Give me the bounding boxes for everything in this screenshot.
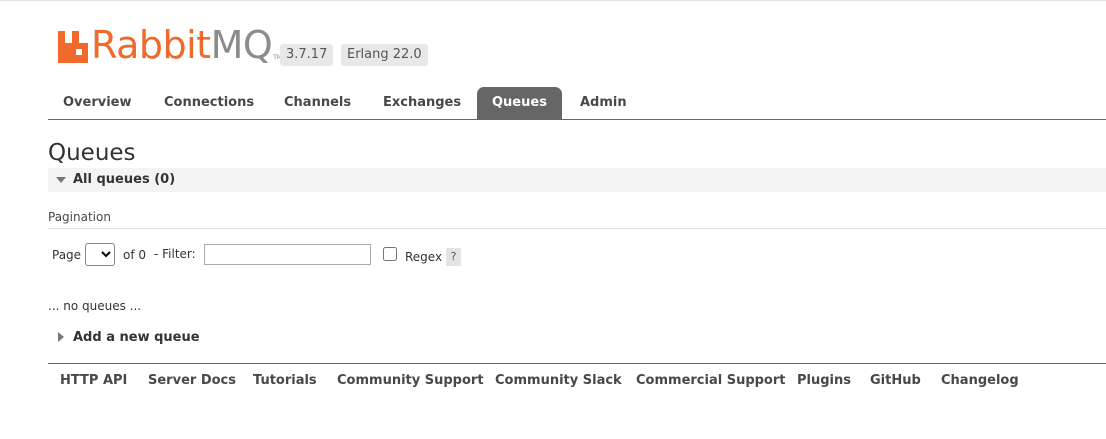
footer-link-changelog[interactable]: Changelog	[941, 373, 1019, 388]
empty-queues-message: ... no queues ...	[48, 299, 142, 313]
page-label: Page	[52, 248, 82, 262]
page-title: Queues	[48, 140, 136, 166]
pagination-divider	[48, 228, 1106, 229]
triangle-right-icon	[58, 332, 64, 342]
version-badge: 3.7.17	[280, 44, 334, 66]
section-title: All queues (0)	[73, 172, 176, 187]
triangle-down-icon	[56, 177, 66, 183]
tab-overview[interactable]: Overview	[48, 87, 147, 119]
footer-link-community-slack[interactable]: Community Slack	[495, 373, 622, 388]
tab-channels[interactable]: Channels	[269, 87, 366, 119]
regex-help-button[interactable]: ?	[446, 248, 461, 266]
regex-checkbox[interactable]	[383, 247, 397, 261]
footer-link-server-docs[interactable]: Server Docs	[148, 373, 236, 388]
footer-link-github[interactable]: GitHub	[870, 373, 921, 388]
logo-wordmark: RabbitMQ	[91, 26, 273, 64]
tab-queues[interactable]: Queues	[477, 87, 562, 119]
regex-label: Regex	[405, 250, 443, 264]
tab-admin[interactable]: Admin	[565, 87, 642, 119]
main-tabs: Overview Connections Channels Exchanges …	[48, 87, 1106, 120]
footer-link-plugins[interactable]: Plugins	[797, 373, 851, 388]
tab-exchanges[interactable]: Exchanges	[368, 87, 476, 119]
logo[interactable]: RabbitMQ TM	[58, 26, 282, 64]
rabbitmq-logo-icon	[58, 31, 88, 63]
footer-link-tutorials[interactable]: Tutorials	[253, 373, 317, 388]
filter-input[interactable]	[204, 244, 371, 265]
page-select[interactable]	[85, 243, 115, 266]
erlang-version-badge: Erlang 22.0	[341, 44, 428, 66]
footer-link-commercial-support[interactable]: Commercial Support	[636, 373, 786, 388]
footer-link-http-api[interactable]: HTTP API	[60, 373, 127, 388]
logo-text-rabbit: Rabbit	[91, 23, 211, 67]
logo-text-mq: MQ	[210, 23, 273, 67]
add-queue-toggle[interactable]: Add a new queue	[73, 330, 200, 345]
footer-link-community-support[interactable]: Community Support	[337, 373, 484, 388]
filter-label: - Filter:	[154, 247, 196, 261]
tab-connections[interactable]: Connections	[149, 87, 269, 119]
all-queues-section-header[interactable]: All queues (0)	[48, 168, 1106, 192]
pagination-label: Pagination	[48, 210, 111, 224]
footer-links: HTTP API Server Docs Tutorials Community…	[48, 363, 1106, 398]
page-count-label: of 0	[123, 248, 147, 262]
